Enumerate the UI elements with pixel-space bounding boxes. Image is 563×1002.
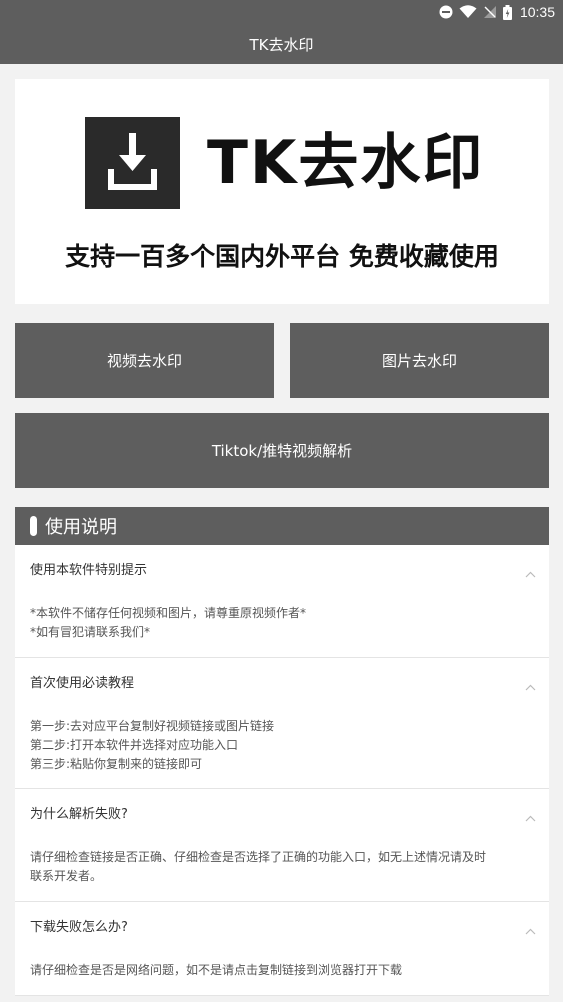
faq-question: 使用本软件特别提示 — [30, 563, 148, 578]
faq-question: 下载失败怎么办? — [30, 920, 128, 935]
faq-question: 首次使用必读教程 — [30, 676, 135, 691]
image-watermark-label: 图片去水印 — [381, 352, 457, 370]
image-watermark-button[interactable]: 图片去水印 — [290, 323, 549, 398]
banner-slogan: 支持一百多个国内外平台 免费收藏使用 — [65, 242, 499, 271]
wifi-icon — [459, 5, 477, 19]
download-icon — [85, 117, 180, 209]
tiktok-parse-button[interactable]: Tiktok/推特视频解析 — [15, 413, 549, 488]
section-marker — [30, 516, 37, 536]
faq-answer: *本软件不储存任何视频和图片，请尊重原视频作者* *如有冒犯请联系我们* — [30, 604, 534, 642]
status-time: 10:35 — [519, 4, 555, 20]
faq-question: 为什么解析失败? — [30, 807, 128, 822]
tiktok-parse-label: Tiktok/推特视频解析 — [211, 442, 353, 460]
instructions-header: 使用说明 — [15, 507, 549, 545]
faq-answer-line: 联系开发者。 — [30, 869, 103, 883]
chevron-up-icon[interactable] — [525, 676, 536, 695]
app-title: TK去水印 — [249, 35, 314, 54]
status-bar: 10:35 — [0, 0, 563, 24]
status-icons: 10:35 — [439, 3, 555, 21]
faq-answer-line: 第三步:粘贴你复制来的链接即可 — [30, 757, 203, 771]
faq-item[interactable]: 首次使用必读教程 第一步:去对应平台复制好视频链接或图片链接 第二步:打开本软件… — [15, 658, 549, 789]
video-watermark-label: 视频去水印 — [106, 352, 182, 370]
do-not-disturb-icon — [439, 5, 453, 19]
faq-answer: 请仔细检查链接是否正确、仔细检查是否选择了正确的功能入口，如无上述情况请及时 联… — [30, 848, 534, 886]
faq-answer-line: *本软件不储存任何视频和图片，请尊重原视频作者* — [30, 606, 307, 620]
chevron-up-icon[interactable] — [525, 807, 536, 826]
faq-answer: 第一步:去对应平台复制好视频链接或图片链接 第二步:打开本软件并选择对应功能入口… — [30, 717, 534, 774]
faq-answer-line: 请仔细检查是否是网络问题，如不是请点击复制链接到浏览器打开下载 — [30, 963, 403, 977]
faq-answer-line: 第二步:打开本软件并选择对应功能入口 — [30, 738, 239, 752]
faq-answer: 请仔细检查是否是网络问题，如不是请点击复制链接到浏览器打开下载 — [30, 961, 534, 980]
faq-answer-line: 请仔细检查链接是否正确、仔细检查是否选择了正确的功能入口，如无上述情况请及时 — [30, 850, 487, 864]
faq-answer-line: 第一步:去对应平台复制好视频链接或图片链接 — [30, 719, 275, 733]
video-watermark-button[interactable]: 视频去水印 — [15, 323, 274, 398]
faq-item[interactable]: 使用本软件特别提示 *本软件不储存任何视频和图片，请尊重原视频作者* *如有冒犯… — [15, 545, 549, 658]
faq-item[interactable]: 下载失败怎么办? 请仔细检查是否是网络问题，如不是请点击复制链接到浏览器打开下载 — [15, 902, 549, 996]
battery-icon — [502, 4, 512, 20]
faq-answer-line: *如有冒犯请联系我们* — [30, 625, 151, 639]
logo-text: TK去水印 — [207, 128, 485, 198]
app-bar: TK去水印 — [0, 24, 563, 64]
banner: TK去水印 支持一百多个国内外平台 免费收藏使用 — [15, 79, 549, 304]
chevron-up-icon[interactable] — [525, 563, 536, 582]
faq-item[interactable]: 为什么解析失败? 请仔细检查链接是否正确、仔细检查是否选择了正确的功能入口，如无… — [15, 789, 549, 902]
signal-icon — [483, 5, 497, 19]
chevron-up-icon[interactable] — [525, 920, 536, 939]
section-title: 使用说明 — [45, 517, 117, 538]
